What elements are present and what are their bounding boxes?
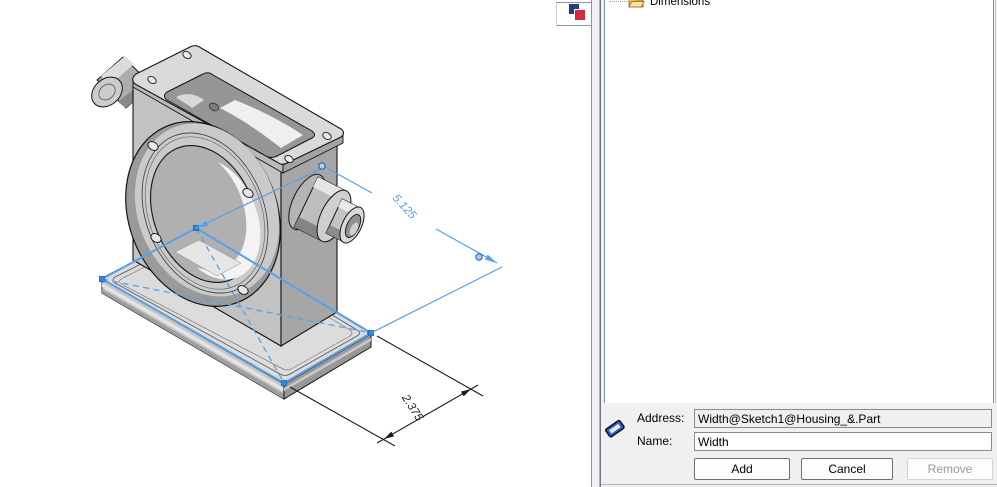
cad-graphics-area[interactable]: 5.125 2.375 [0, 0, 591, 487]
dimension-arrowhead [460, 389, 471, 397]
variable-tag-icon [605, 419, 625, 438]
address-field[interactable] [694, 409, 992, 428]
variable-form: Address: Name: Add Cancel Remove [601, 403, 997, 487]
folder-icon [628, 0, 645, 8]
panel-gap [592, 0, 599, 487]
tree-item-label: Dimensions [650, 0, 711, 8]
cancel-button[interactable]: Cancel [801, 458, 893, 480]
add-button[interactable]: Add [694, 458, 790, 480]
dimension-text[interactable]: 2.375 [399, 392, 426, 424]
app-window: 5.125 2.375 Dimensions Address: Width@Sk… [0, 0, 997, 487]
overlapping-squares-icon-front [574, 9, 585, 20]
dimension-handle-point [475, 253, 483, 261]
cad-viewport[interactable]: 5.125 2.375 [0, 0, 591, 487]
dimensions-tree[interactable]: Dimensions [604, 0, 994, 404]
variable-dialog-panel: Dimensions Address: Name: Add Cancel Rem… [601, 0, 997, 487]
tree-item-dimensions[interactable]: Dimensions [605, 0, 710, 11]
dimension-text[interactable]: 5.125 [390, 192, 419, 222]
dimension-arrowhead [484, 254, 497, 263]
feature-panel-tab[interactable] [556, 2, 592, 26]
dialog-bottom-border [601, 484, 997, 485]
name-label: Name: [637, 434, 673, 448]
dimension-arrowhead [384, 431, 395, 439]
name-field[interactable] [694, 432, 992, 451]
address-label: Address: [637, 411, 685, 425]
dimension-handle-point [318, 162, 326, 170]
remove-button: Remove [907, 458, 993, 480]
tree-connector [609, 1, 627, 3]
